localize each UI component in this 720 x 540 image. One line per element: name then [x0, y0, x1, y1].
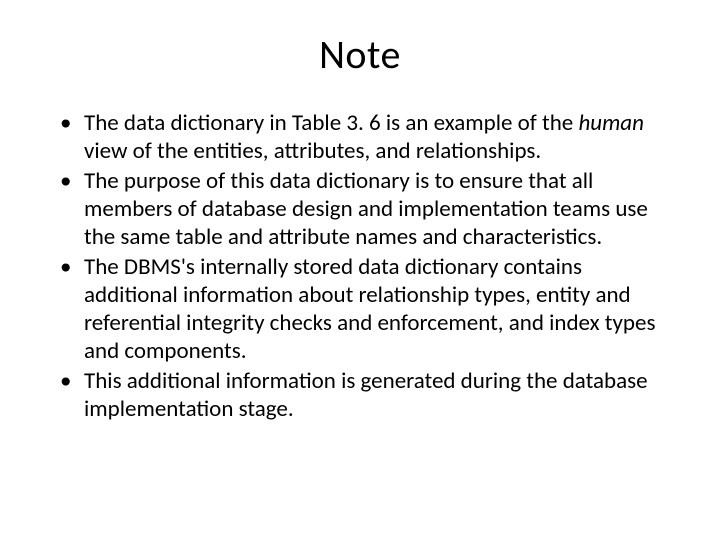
list-item: The purpose of this data dictionary is t…: [60, 167, 670, 251]
bullet-list: The data dictionary in Table 3. 6 is an …: [40, 109, 680, 424]
bullet-text-pre: The purpose of this data dictionary is t…: [84, 167, 648, 251]
slide: Note The data dictionary in Table 3. 6 i…: [0, 0, 720, 540]
list-item: The DBMS's internally stored data dictio…: [60, 253, 670, 365]
bullet-text-post: view of the entities, attributes, and re…: [84, 137, 541, 165]
bullet-text-em: human: [578, 109, 644, 137]
list-item: The data dictionary in Table 3. 6 is an …: [60, 109, 670, 165]
bullet-text-pre: The data dictionary in Table 3. 6 is an …: [84, 109, 578, 137]
list-item: This additional information is generated…: [60, 367, 670, 423]
bullet-text-pre: The DBMS's internally stored data dictio…: [84, 253, 655, 365]
bullet-text-pre: This additional information is generated…: [84, 367, 648, 423]
slide-title: Note: [40, 30, 680, 79]
